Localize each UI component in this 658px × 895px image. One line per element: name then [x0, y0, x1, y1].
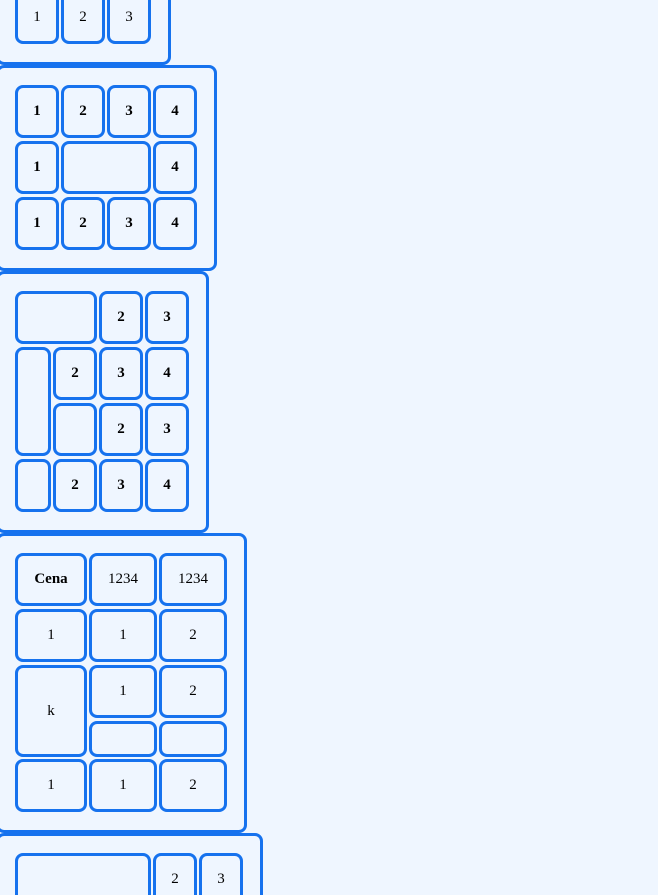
table-4-header-cell[interactable]: 1234 — [159, 553, 227, 606]
table-4-header-cell[interactable]: Cena — [15, 553, 87, 606]
table-3-cell[interactable]: 3 — [145, 291, 189, 344]
table-2-cell[interactable]: 1 — [15, 85, 59, 138]
table-3-cell[interactable]: 2 — [99, 291, 143, 344]
table-2-cell[interactable]: 4 — [153, 197, 197, 250]
table-3-cell[interactable] — [15, 459, 51, 512]
table-3-cell[interactable] — [15, 347, 51, 456]
table-4-cell[interactable]: 1 — [89, 609, 157, 662]
table-1-cell[interactable]: 1 — [15, 0, 59, 44]
table-2-cell[interactable]: 1 — [15, 197, 59, 250]
table-5-cell[interactable]: 3 — [199, 853, 243, 895]
table-2-cell[interactable]: 4 — [153, 85, 197, 138]
table-1-cell[interactable]: 3 — [107, 0, 151, 44]
table-3-cell[interactable]: 3 — [145, 403, 189, 456]
table-3-cell[interactable]: 4 — [145, 459, 189, 512]
table-2-cell[interactable]: 1 — [15, 141, 59, 194]
table-2-cell[interactable] — [61, 141, 151, 194]
table-2-cell[interactable]: 3 — [107, 197, 151, 250]
table-3-cell[interactable]: 4 — [145, 347, 189, 400]
table-4-cell[interactable]: 1 — [15, 759, 87, 812]
table-4-header-cell[interactable]: 1234 — [89, 553, 157, 606]
table-5-cell[interactable]: 2 — [153, 853, 197, 895]
table-3-cell[interactable]: 2 — [53, 347, 97, 400]
table-3-cell[interactable]: 3 — [99, 459, 143, 512]
table-2-cell[interactable]: 3 — [107, 85, 151, 138]
table-2-cell[interactable]: 4 — [153, 141, 197, 194]
table-2-cell[interactable]: 2 — [61, 197, 105, 250]
table-4-cell[interactable]: k — [15, 665, 87, 757]
table-1-cell[interactable]: 2 — [61, 0, 105, 44]
page: 1 2 3 1 2 3 4 1 4 1 2 3 4 2 3 2 3 4 2 3 … — [0, 0, 658, 895]
table-4-cell[interactable]: 2 — [159, 759, 227, 812]
table-4-cell[interactable]: 1 — [15, 609, 87, 662]
table-3-cell[interactable]: 2 — [53, 459, 97, 512]
table-4-cell[interactable]: 2 — [159, 609, 227, 662]
table-3-cell[interactable]: 3 — [99, 347, 143, 400]
table-4-cell[interactable]: 1 — [89, 665, 157, 718]
table-4-cell[interactable]: 2 — [159, 665, 227, 718]
table-4-cell[interactable] — [159, 721, 227, 757]
table-4-cell[interactable]: 1 — [89, 759, 157, 812]
table-3-cell[interactable] — [53, 403, 97, 456]
table-5-cell[interactable] — [15, 853, 151, 895]
table-3-cell[interactable] — [15, 291, 97, 344]
table-4-cell[interactable] — [89, 721, 157, 757]
table-3-cell[interactable]: 2 — [99, 403, 143, 456]
table-2-cell[interactable]: 2 — [61, 85, 105, 138]
